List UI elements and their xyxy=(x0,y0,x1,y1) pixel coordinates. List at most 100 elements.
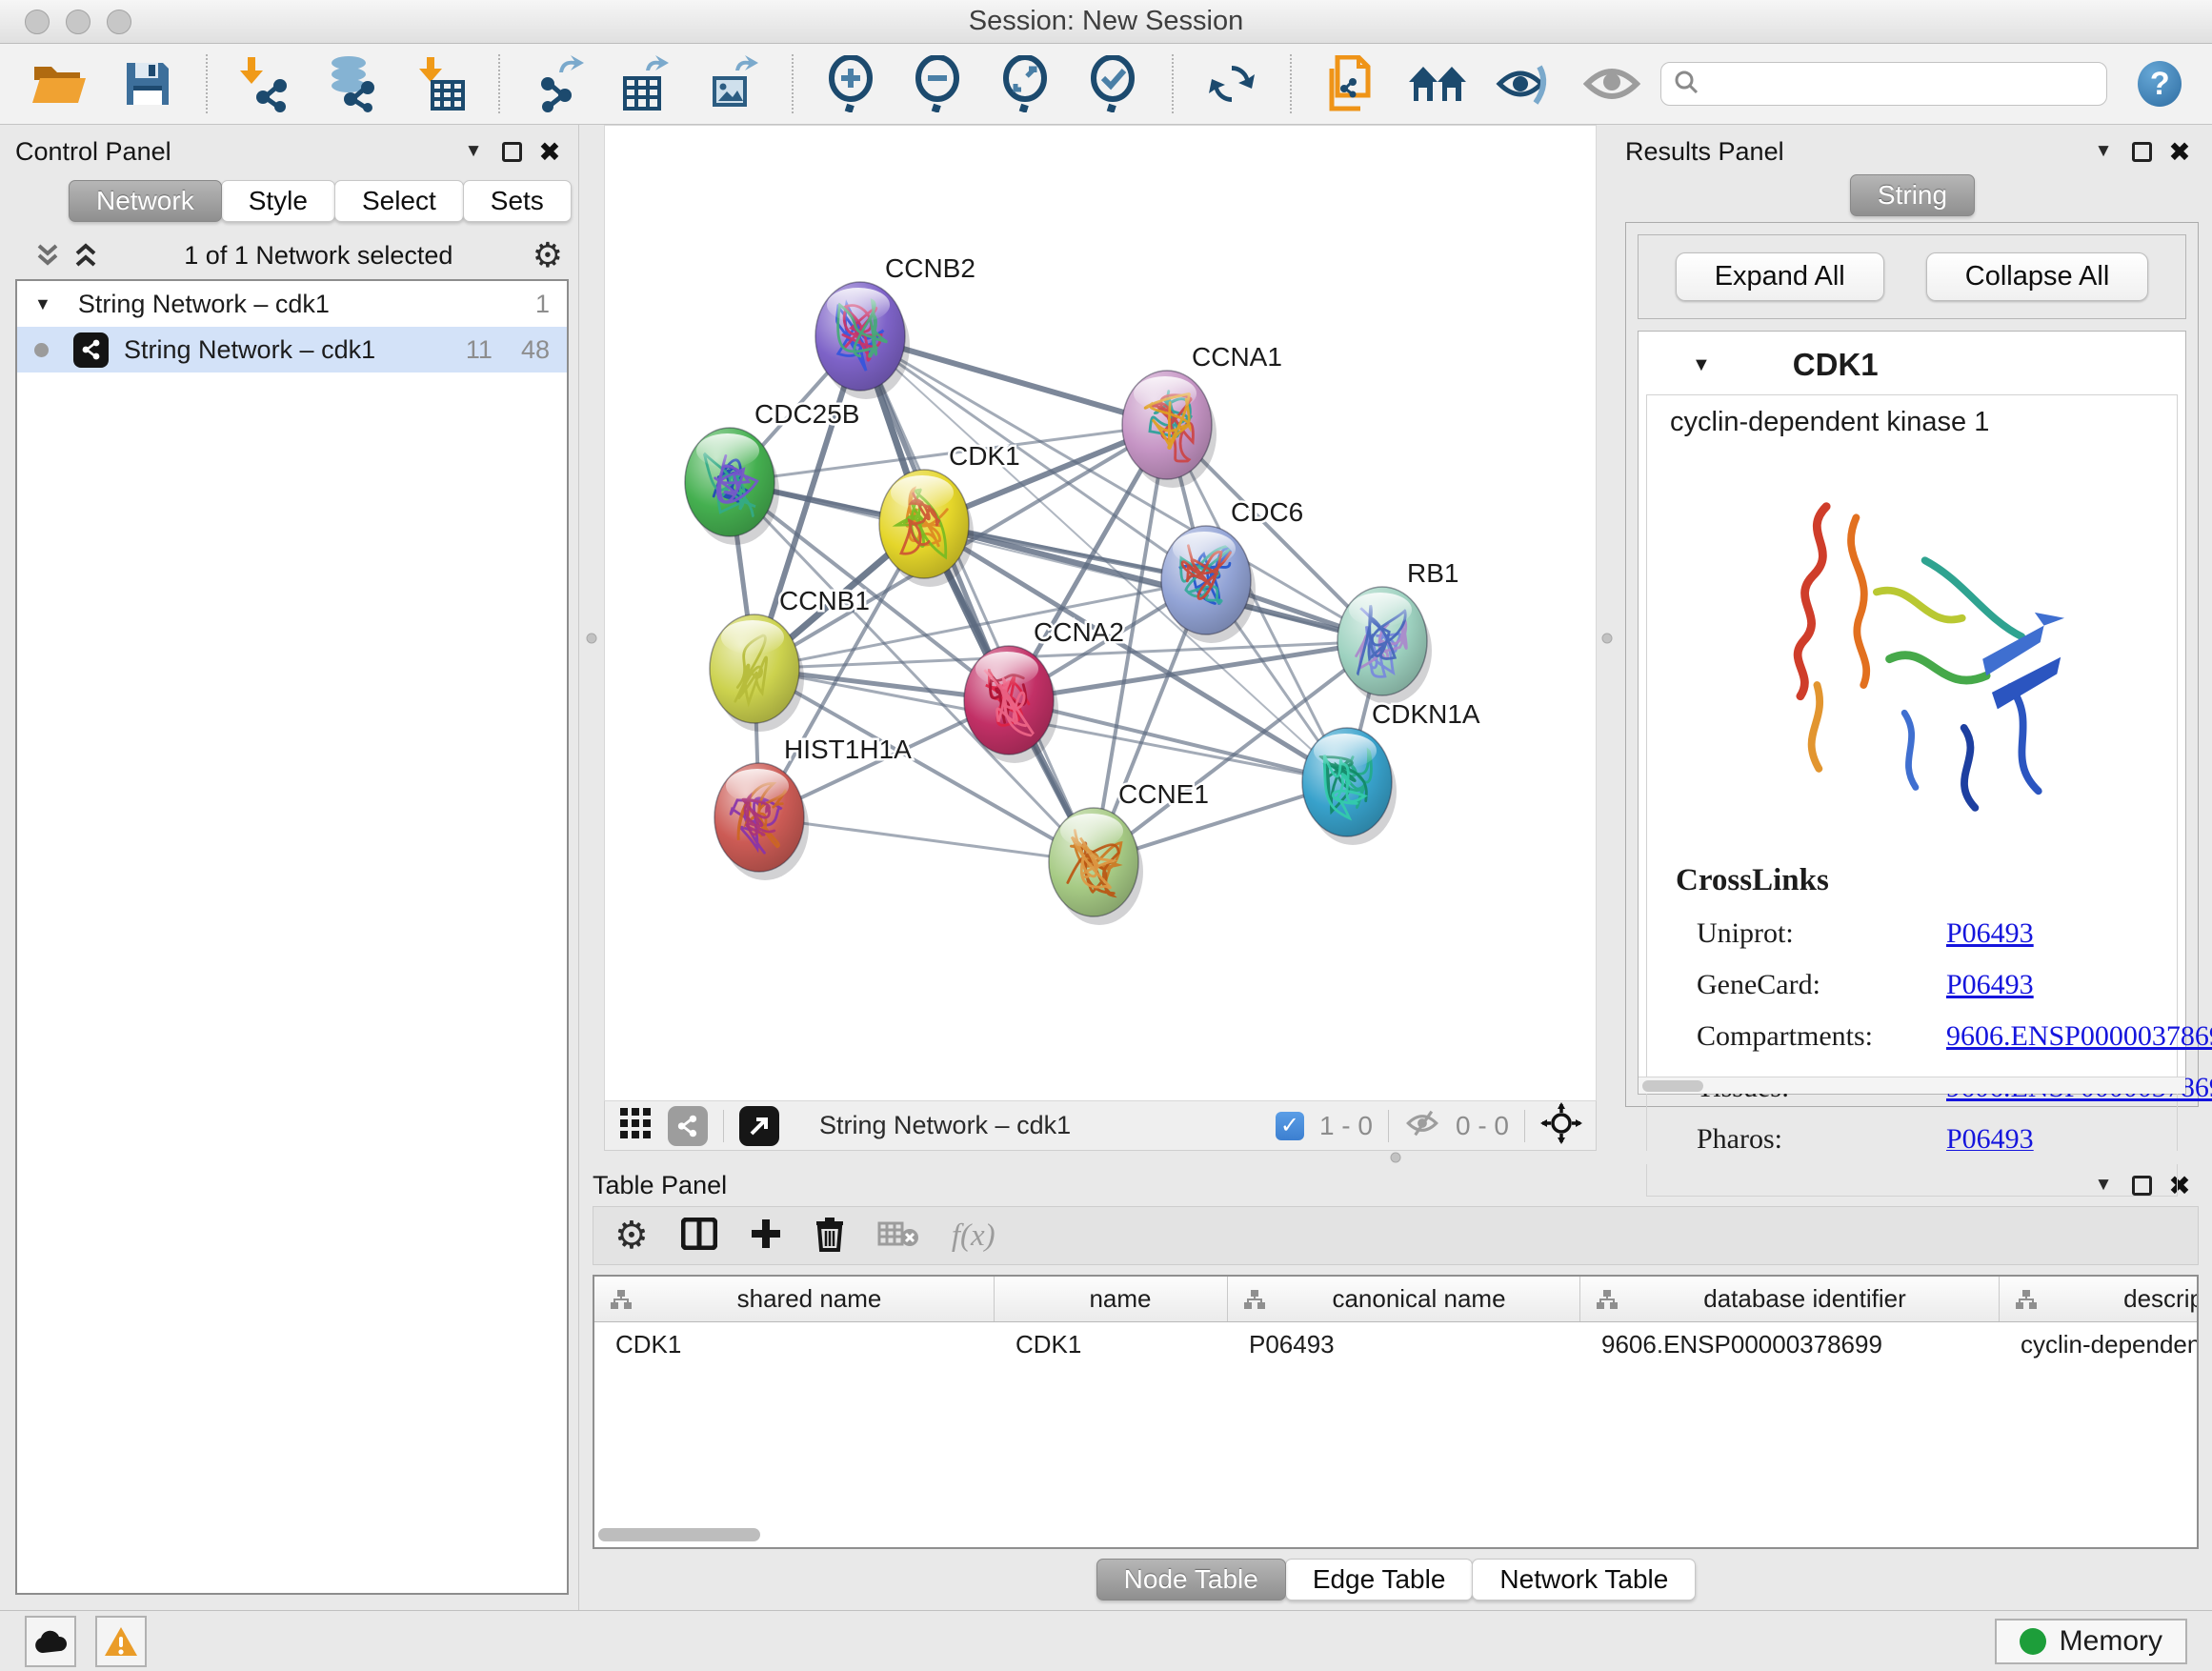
string-view-button[interactable] xyxy=(668,1106,708,1146)
import-network-database-button[interactable] xyxy=(313,50,392,118)
delete-table-button[interactable] xyxy=(877,1219,919,1253)
help-button[interactable]: ? xyxy=(2138,61,2182,107)
close-window-button[interactable] xyxy=(25,10,50,34)
splitter-handle[interactable] xyxy=(587,633,597,643)
export-table-button[interactable] xyxy=(607,50,685,118)
tab-select[interactable]: Select xyxy=(334,180,464,222)
panel-menu-button[interactable]: ▼ xyxy=(2084,134,2122,169)
zoom-selected-button[interactable] xyxy=(1075,50,1153,118)
compartments-link[interactable]: 9606.ENSP00000378699 xyxy=(1946,1020,2212,1053)
scrollbar-thumb[interactable] xyxy=(598,1528,760,1541)
hidden-elements-button[interactable] xyxy=(1404,1108,1440,1143)
tab-sets[interactable]: Sets xyxy=(463,180,572,222)
network-canvas[interactable]: CCNB2CCNA1CDC25BCDK1CDC6RB1CCNB1CCNA2CDK… xyxy=(604,125,1597,1101)
collapse-all-button[interactable]: Collapse All xyxy=(1926,252,2149,301)
share-icon xyxy=(675,1114,700,1138)
table-row[interactable]: CDK1CDK1P064939606.ENSP00000378699cyclin… xyxy=(594,1322,2197,1366)
export-image-button[interactable] xyxy=(694,50,773,118)
network-edge[interactable] xyxy=(1009,700,1347,782)
tab-network-table[interactable]: Network Table xyxy=(1472,1559,1696,1601)
expand-all-networks-button[interactable] xyxy=(29,238,67,272)
search-icon xyxy=(1673,69,1699,100)
network-row-selected[interactable]: String Network – cdk1 11 48 xyxy=(17,327,567,372)
control-panel-tabs: Network Style Select Sets xyxy=(69,180,569,222)
zoom-window-button[interactable] xyxy=(107,10,131,34)
pan-mode-button[interactable] xyxy=(1540,1102,1582,1149)
show-columns-button[interactable] xyxy=(681,1218,717,1255)
tab-network[interactable]: Network xyxy=(69,180,222,222)
tree-expand-caret-icon[interactable]: ▼ xyxy=(34,294,51,314)
table-horizontal-scrollbar[interactable] xyxy=(598,1528,2193,1545)
network-node-CDK1[interactable] xyxy=(879,470,974,587)
tab-string[interactable]: String xyxy=(1850,174,1975,216)
panel-close-button[interactable]: ✖ xyxy=(2161,134,2199,169)
grid-view-button[interactable] xyxy=(618,1106,653,1145)
hide-labels-button[interactable] xyxy=(1485,50,1563,118)
column-header-canonical-name[interactable]: canonical name xyxy=(1228,1277,1580,1321)
right-splitter[interactable] xyxy=(1597,125,1618,1151)
network-node-CCNE1[interactable] xyxy=(1049,808,1143,925)
birdseye-view-button[interactable] xyxy=(739,1106,779,1146)
column-header-name[interactable]: name xyxy=(995,1277,1228,1321)
panel-float-button[interactable] xyxy=(2122,134,2161,169)
zoom-fit-button[interactable] xyxy=(987,50,1065,118)
panel-close-button[interactable]: ✖ xyxy=(531,134,569,169)
network-graph[interactable]: CCNB2CCNA1CDC25BCDK1CDC6RB1CCNB1CCNA2CDK… xyxy=(605,126,1596,1100)
uniprot-link[interactable]: P06493 xyxy=(1946,917,2034,950)
column-header-description[interactable]: description xyxy=(2000,1277,2199,1321)
question-mark-icon: ? xyxy=(2150,66,2170,103)
results-panel: Results Panel ▼ ✖ String Expand All Coll… xyxy=(1618,125,2212,1151)
panel-float-button[interactable] xyxy=(493,134,531,169)
tab-node-table[interactable]: Node Table xyxy=(1096,1559,1286,1601)
genecard-link[interactable]: P06493 xyxy=(1946,969,2034,1001)
zoom-in-button[interactable] xyxy=(813,50,891,118)
import-network-file-button[interactable] xyxy=(227,50,305,118)
save-session-button[interactable] xyxy=(109,50,187,118)
cloud-status-button[interactable] xyxy=(25,1616,76,1667)
horizontal-splitter[interactable] xyxy=(579,1151,2212,1164)
network-node-CCNB1[interactable] xyxy=(710,614,804,732)
add-column-button[interactable] xyxy=(750,1218,782,1255)
zoom-out-button[interactable] xyxy=(899,50,977,118)
import-table-button[interactable] xyxy=(401,50,479,118)
export-network-button[interactable] xyxy=(519,50,597,118)
network-node-HIST1H1A[interactable] xyxy=(714,763,809,880)
left-splitter[interactable] xyxy=(579,125,604,1151)
column-header-database-identifier[interactable]: database identifier xyxy=(1580,1277,2000,1321)
results-horizontal-scrollbar[interactable] xyxy=(1639,1077,2185,1094)
search-input[interactable] xyxy=(1709,70,2095,99)
network-node-RB1[interactable] xyxy=(1337,587,1432,704)
copy-documents-button[interactable] xyxy=(1311,50,1389,118)
splitter-handle[interactable] xyxy=(1602,633,1613,643)
tab-style[interactable]: Style xyxy=(221,180,335,222)
refresh-button[interactable] xyxy=(1193,50,1271,118)
memory-button[interactable]: Memory xyxy=(1995,1619,2187,1664)
column-header-shared-name[interactable]: shared name xyxy=(594,1277,995,1321)
selected-checkbox[interactable]: ✓ xyxy=(1276,1112,1304,1140)
network-edge[interactable] xyxy=(759,817,1094,862)
show-eye-button[interactable] xyxy=(1573,50,1651,118)
open-session-button[interactable] xyxy=(21,50,99,118)
delete-column-button[interactable] xyxy=(814,1216,845,1257)
check-icon: ✓ xyxy=(1280,1112,1299,1139)
network-edge[interactable] xyxy=(860,336,1094,862)
expand-all-button[interactable]: Expand All xyxy=(1676,252,1884,301)
network-options-gear-button[interactable]: ⚙ xyxy=(533,238,563,272)
houses-button[interactable] xyxy=(1398,50,1477,118)
network-node-CCNA1[interactable] xyxy=(1122,371,1217,488)
section-collapse-caret-icon[interactable]: ▼ xyxy=(1692,354,1711,376)
panel-menu-button[interactable]: ▼ xyxy=(454,134,493,169)
network-node-CCNB2[interactable] xyxy=(815,282,910,399)
tab-edge-table[interactable]: Edge Table xyxy=(1285,1559,1474,1601)
column-type-icon xyxy=(2015,1289,2038,1310)
scrollbar-thumb[interactable] xyxy=(1642,1080,1703,1092)
network-collection-row[interactable]: ▼ String Network – cdk1 1 xyxy=(17,281,567,327)
collapse-all-networks-button[interactable] xyxy=(67,238,105,272)
minimize-window-button[interactable] xyxy=(66,10,90,34)
table-settings-gear-button[interactable]: ⚙ xyxy=(614,1217,649,1255)
network-node-CDKN1A[interactable] xyxy=(1302,728,1397,845)
splitter-handle[interactable] xyxy=(1391,1153,1401,1163)
warnings-button[interactable] xyxy=(95,1616,147,1667)
function-builder-button[interactable]: f(x) xyxy=(952,1218,995,1254)
network-node-CCNA2[interactable] xyxy=(964,646,1058,763)
